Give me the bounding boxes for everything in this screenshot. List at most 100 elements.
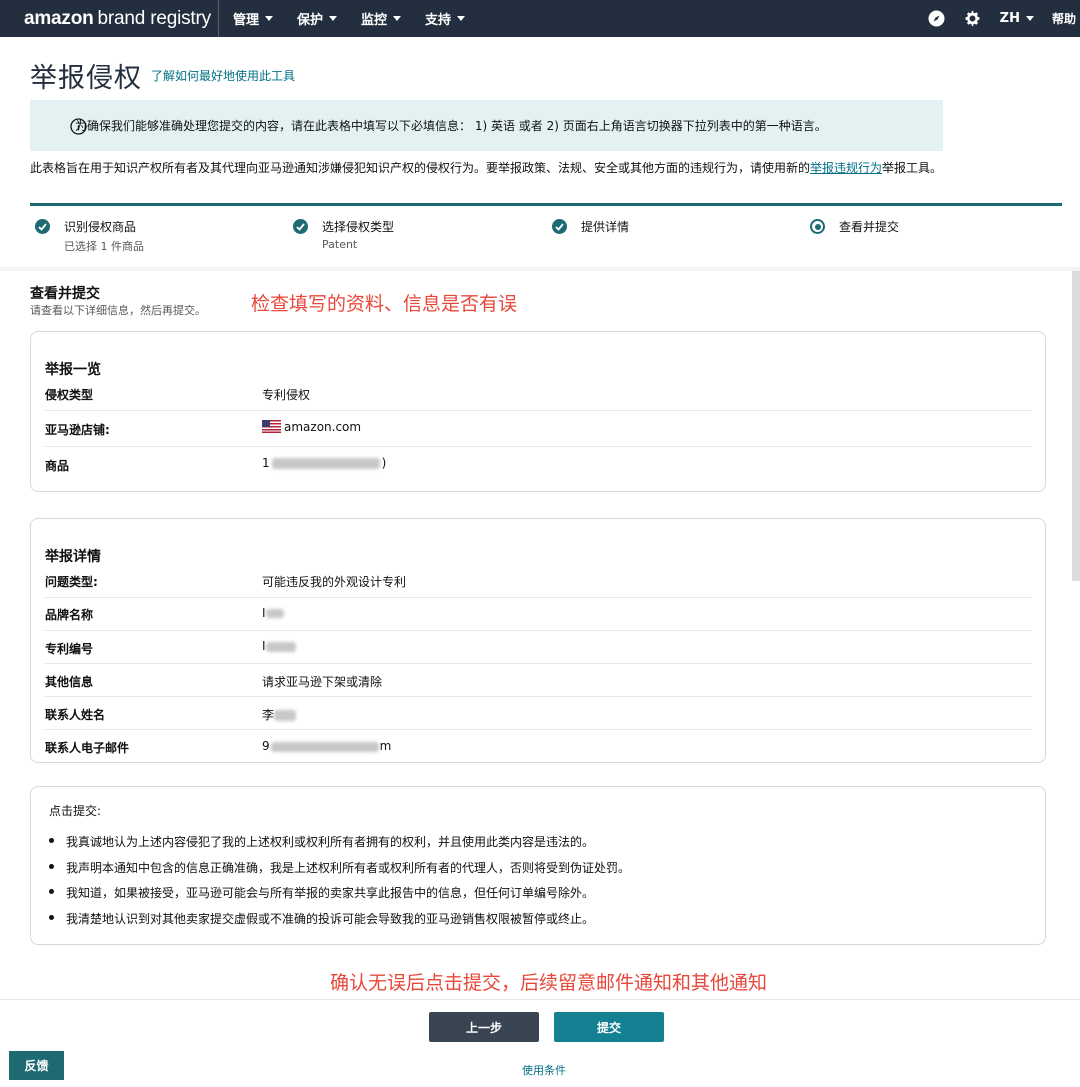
legal-label: 点击提交: <box>49 804 102 818</box>
step-label: 选择侵权类型 <box>322 220 395 234</box>
submit-button[interactable]: 提交 <box>554 1012 664 1042</box>
chevron-down-icon <box>393 16 402 21</box>
chevron-down-icon <box>457 16 466 21</box>
help-link[interactable]: 帮助 <box>1052 10 1076 27</box>
redacted-email <box>270 741 379 752</box>
row-key: 品牌名称 <box>45 608 94 622</box>
page-title: 举报侵权 <box>30 63 142 94</box>
row-key: 联系人姓名 <box>45 708 106 722</box>
check-circle-icon <box>35 219 50 234</box>
step-label: 识别侵权商品 <box>64 220 137 234</box>
menu-support[interactable]: 支持 <box>425 9 466 28</box>
learn-link[interactable]: 了解如何最好地使用此工具 <box>151 67 295 84</box>
step-type[interactable]: 选择侵权类型 Patent <box>293 218 394 251</box>
redacted-name <box>274 710 297 721</box>
step-label: 提供详情 <box>581 220 630 234</box>
legal-item: 我知道，如果被接受，亚马逊可能会与所有举报的卖家共享此报告中的信息，但任何订单编… <box>49 884 630 910</box>
summary-title: 举报一览 <box>45 362 101 378</box>
logo-bold-text: amazon <box>24 7 94 29</box>
step-sub: Patent <box>322 238 358 251</box>
language-label: ZH <box>999 11 1020 26</box>
product-suffix: ) <box>381 456 387 470</box>
email-suffix: m <box>379 739 392 753</box>
row-value: 李 <box>262 706 297 723</box>
chevron-down-icon <box>329 16 338 21</box>
step-identify[interactable]: 识别侵权商品 已选择 1 件商品 <box>35 218 144 254</box>
chevron-down-icon <box>265 16 274 21</box>
scrollbar[interactable] <box>1072 271 1080 581</box>
details-row: 其他信息 请求亚马逊下架或清除 <box>45 664 1032 697</box>
row-value: 1) <box>262 456 386 470</box>
step-label: 查看并提交 <box>839 220 900 234</box>
back-button[interactable]: 上一步 <box>429 1012 539 1042</box>
row-value: I <box>262 639 296 653</box>
page-description: 此表格旨在用于知识产权所有者及其代理向亚马逊通知涉嫌侵犯知识产权的侵权行为。要举… <box>30 159 942 176</box>
step-sub: 已选择 1 件商品 <box>64 240 144 253</box>
details-row: 品牌名称 I <box>45 598 1032 631</box>
review-subtitle: 请查看以下详细信息，然后再提交。 <box>30 304 206 317</box>
step-review: 查看并提交 <box>810 218 899 235</box>
details-row: 问题类型: 可能违反我的外观设计专利 <box>45 569 1032 598</box>
row-value: 专利侵权 <box>262 388 311 402</box>
top-nav: amazon brand registry 管理 保护 监控 支持 ZH 帮助 <box>0 0 1080 37</box>
email-prefix: 9 <box>262 739 270 753</box>
chevron-down-icon <box>1025 16 1034 21</box>
info-banner: 为确保我们能够准确处理您提交的内容，请在此表格中填写以下必填信息： 1) 英语 … <box>30 100 943 151</box>
info-icon <box>70 118 87 138</box>
nav-right: ZH 帮助 <box>928 10 1080 28</box>
section-divider <box>0 267 1080 271</box>
details-title: 举报详情 <box>45 549 101 565</box>
report-violation-link[interactable]: 举报违规行为 <box>810 161 882 175</box>
row-value: amazon.com <box>262 420 361 434</box>
row-key: 联系人电子邮件 <box>45 741 130 755</box>
menu-protect-label: 保护 <box>297 13 324 28</box>
row-key: 亚马逊店铺: <box>45 423 110 437</box>
bottom-divider <box>0 999 1080 1000</box>
gear-icon[interactable] <box>964 10 982 28</box>
summary-row: 亚马逊店铺: amazon.com <box>45 411 1032 447</box>
main-menu: 管理 保护 监控 支持 <box>233 9 489 28</box>
description-text: 此表格旨在用于知识产权所有者及其代理向亚马逊通知涉嫌侵犯知识产权的侵权行为。要举… <box>30 161 811 175</box>
details-card: 举报详情 问题类型: 可能违反我的外观设计专利 品牌名称 I 专利编号 I 其他… <box>30 518 1046 763</box>
row-value: 9m <box>262 739 391 753</box>
annotation-check: 检查填写的资料、信息是否有误 <box>251 293 518 315</box>
redacted-patent <box>265 641 296 652</box>
info-banner-text: 为确保我们能够准确处理您提交的内容，请在此表格中填写以下必填信息： 1) 英语 … <box>75 119 827 133</box>
details-row: 联系人姓名 李 <box>45 697 1032 730</box>
logo-rest-text: brand registry <box>97 7 212 29</box>
compass-icon[interactable] <box>928 10 946 28</box>
feedback-button[interactable]: 反馈 <box>9 1051 64 1080</box>
language-switcher[interactable]: ZH <box>1000 11 1034 26</box>
terms-link[interactable]: 使用条件 <box>522 1062 566 1078</box>
check-circle-icon <box>293 219 308 234</box>
product-prefix: 1 <box>262 456 270 470</box>
row-key: 专利编号 <box>45 642 94 656</box>
row-value: 请求亚马逊下架或清除 <box>262 675 383 689</box>
legal-item: 我声明本通知中包含的信息正确准确，我是上述权利所有者或权利所有者的代理人，否则将… <box>49 859 630 885</box>
legal-item: 我真诚地认为上述内容侵犯了我的上述权利或权利所有者拥有的权利，并且使用此类内容是… <box>49 833 630 859</box>
menu-support-label: 支持 <box>425 13 452 28</box>
store-name: amazon.com <box>284 420 362 434</box>
brand-registry-logo[interactable]: amazon brand registry <box>0 0 219 37</box>
row-key: 其他信息 <box>45 675 94 689</box>
radio-current-icon <box>810 219 825 234</box>
redacted-brand <box>265 609 284 618</box>
menu-protect[interactable]: 保护 <box>297 9 338 28</box>
details-row: 联系人电子邮件 9m <box>45 730 1032 760</box>
details-row: 专利编号 I <box>45 631 1032 664</box>
summary-card: 举报一览 侵权类型 专利侵权 亚马逊店铺: amazon.com 商品 1) <box>30 331 1046 492</box>
menu-manage[interactable]: 管理 <box>233 9 274 28</box>
description-text-end: 举报工具。 <box>882 161 943 175</box>
stepper-progress-line <box>30 203 1062 206</box>
summary-row: 侵权类型 专利侵权 <box>45 377 1032 411</box>
step-details[interactable]: 提供详情 <box>552 218 629 235</box>
row-value: I <box>262 606 284 620</box>
row-value: 可能违反我的外观设计专利 <box>262 575 407 589</box>
summary-row: 商品 1) <box>45 447 1032 481</box>
row-key: 侵权类型 <box>45 388 94 402</box>
us-flag-icon <box>262 420 281 433</box>
menu-monitor[interactable]: 监控 <box>361 9 402 28</box>
menu-monitor-label: 监控 <box>361 13 388 28</box>
contact-name-prefix: 李 <box>262 708 275 722</box>
review-title: 查看并提交 <box>30 286 100 302</box>
